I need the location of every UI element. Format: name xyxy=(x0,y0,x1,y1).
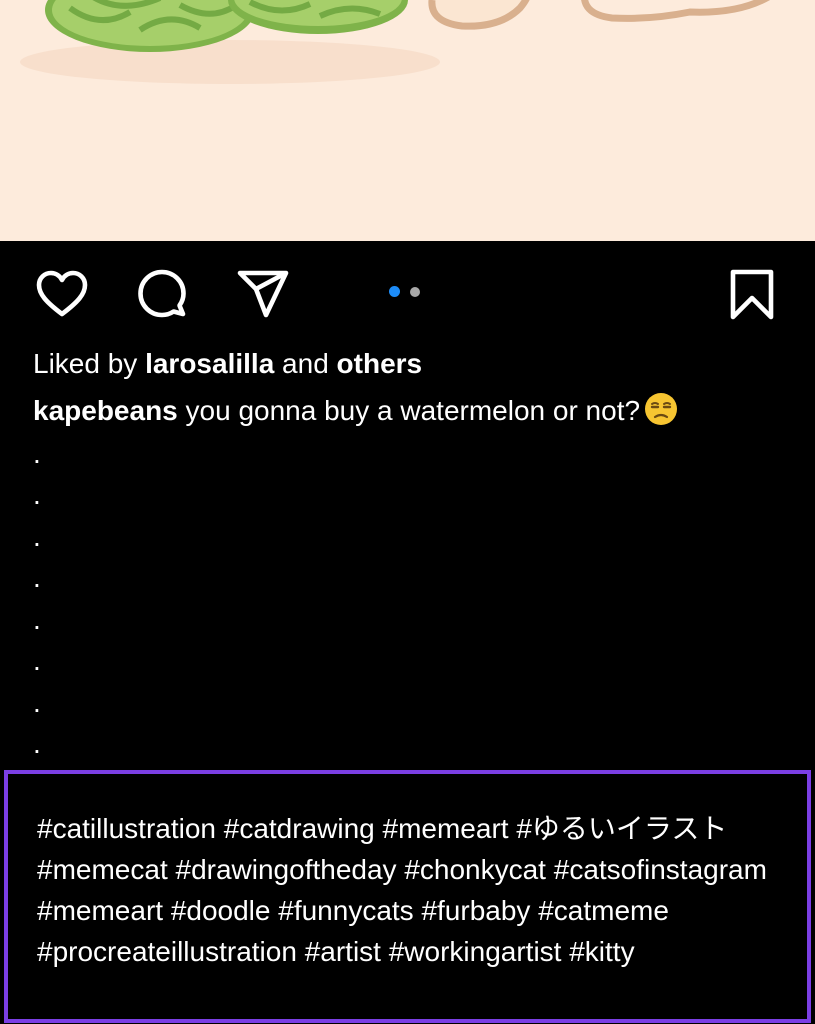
watermelon-illustration xyxy=(0,0,815,241)
paper-plane-icon[interactable] xyxy=(236,267,292,323)
caption-dot-line: . xyxy=(33,562,41,593)
likes-others-link[interactable]: others xyxy=(337,348,423,379)
caption-dot-line: . xyxy=(33,687,41,718)
hashtag-highlight-box: #catillustration #catdrawing #memeart #ゆ… xyxy=(4,770,811,1023)
carousel-indicator xyxy=(389,284,429,298)
post-action-bar xyxy=(0,241,815,341)
instagram-post: Liked by larosalilla and others kapebean… xyxy=(0,0,815,1024)
likes-middle: and xyxy=(274,348,337,379)
caption-dot-line: . xyxy=(33,438,41,469)
bookmark-icon[interactable] xyxy=(724,267,780,323)
hashtag-list[interactable]: #catillustration #catdrawing #memeart #ゆ… xyxy=(37,808,789,972)
caption-text: you gonna buy a watermelon or not? xyxy=(177,395,641,426)
caption-dot-line: . xyxy=(33,645,41,676)
caption-dot-line: . xyxy=(33,479,41,510)
unamused-face-icon xyxy=(644,392,678,437)
caption-dot-line: . xyxy=(33,728,41,759)
caption-dot-line: . xyxy=(33,604,41,635)
carousel-dot-active xyxy=(389,286,400,297)
likes-prefix: Liked by xyxy=(33,348,146,379)
likes-summary: Liked by larosalilla and others xyxy=(33,344,422,384)
caption-username[interactable]: kapebeans xyxy=(33,395,178,426)
caption: kapebeans you gonna buy a watermelon or … xyxy=(33,391,678,437)
post-image[interactable] xyxy=(0,0,815,241)
comment-bubble-icon[interactable] xyxy=(134,267,190,323)
heart-icon[interactable] xyxy=(34,267,90,323)
liked-by-username[interactable]: larosalilla xyxy=(145,348,274,379)
carousel-dot-inactive xyxy=(410,286,420,297)
caption-dot-line: . xyxy=(33,521,41,552)
